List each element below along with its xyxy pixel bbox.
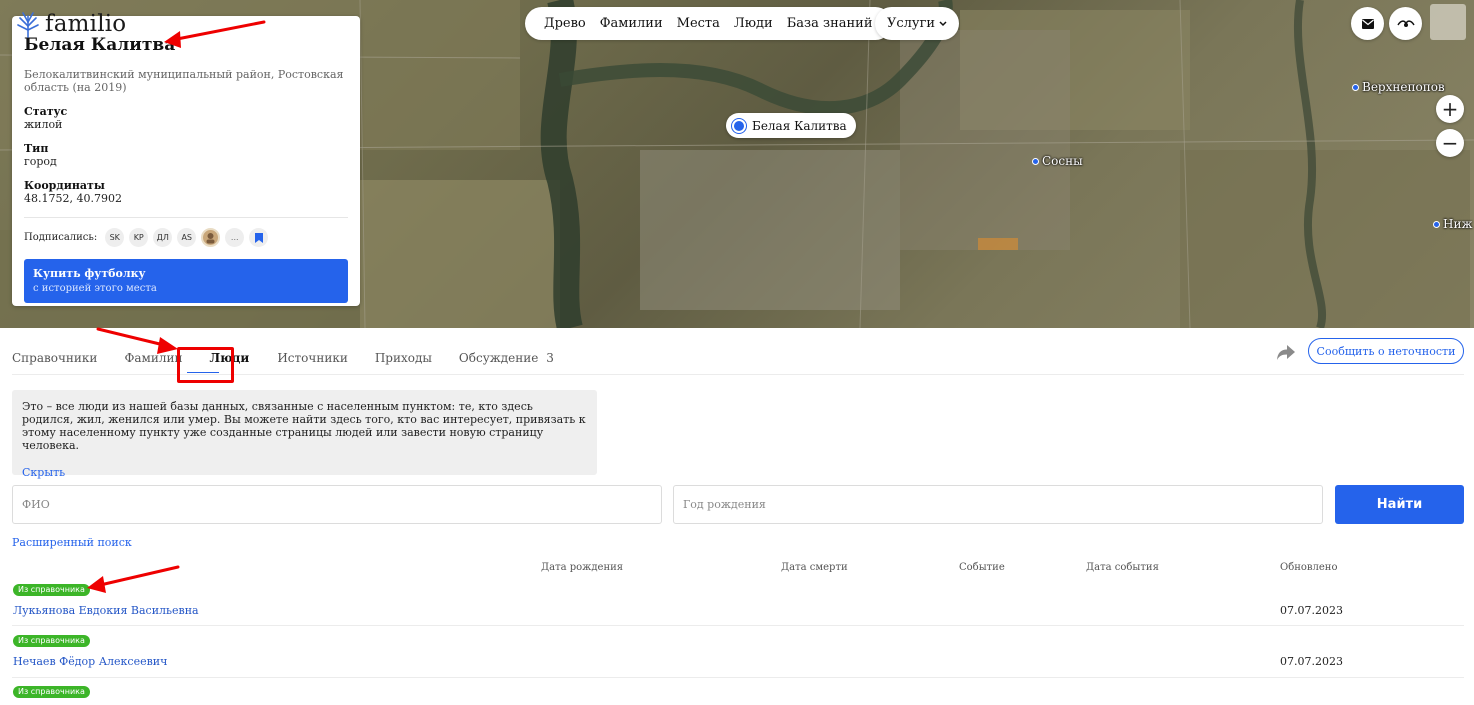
buy-tshirt-title: Купить футболку bbox=[33, 267, 146, 280]
info-box-text: Это – все люди из нашей базы данных, свя… bbox=[22, 400, 586, 452]
section-tabs: Справочники Фамилии Люди Источники Прихо… bbox=[12, 342, 554, 374]
place-region: Белокалитвинский муниципальный район, Ро… bbox=[24, 68, 344, 94]
place-dot-icon bbox=[1433, 220, 1440, 228]
discussion-count: 3 bbox=[546, 351, 554, 365]
search-button[interactable]: Найти bbox=[1335, 485, 1464, 524]
place-title: Белая Калитва bbox=[24, 35, 176, 55]
annotation-arrow-icon bbox=[87, 565, 180, 593]
mail-icon bbox=[1361, 18, 1374, 29]
subscribers-row: Подписались: SK KP ДЛ AS ... bbox=[24, 228, 348, 247]
place-dot-icon bbox=[1352, 83, 1359, 91]
avatar-icon bbox=[206, 233, 215, 244]
top-navigation: Древо Фамилии Места Люди База знаний bbox=[525, 7, 892, 40]
map-layer-thumbnail[interactable] bbox=[1430, 4, 1466, 40]
status-value: жилой bbox=[24, 118, 63, 131]
logo-text: familio bbox=[45, 11, 127, 37]
key-icon bbox=[1396, 19, 1415, 27]
status-label: Статус bbox=[24, 105, 68, 118]
column-header-death-date[interactable]: Дата смерти bbox=[781, 562, 848, 573]
card-divider bbox=[24, 217, 348, 218]
map-place-label[interactable]: Верхнепопов bbox=[1352, 80, 1445, 94]
messages-button[interactable] bbox=[1351, 7, 1384, 40]
services-label: Услуги bbox=[887, 16, 936, 31]
nav-places[interactable]: Места bbox=[670, 16, 727, 31]
source-badge: Из справочника bbox=[13, 686, 90, 698]
place-info-card: Белая Калитва Белокалитвинский муниципал… bbox=[12, 16, 360, 306]
nav-people[interactable]: Люди bbox=[727, 16, 780, 31]
type-label: Тип bbox=[24, 142, 49, 155]
share-icon[interactable] bbox=[1276, 343, 1296, 361]
services-dropdown[interactable]: Услуги bbox=[875, 7, 960, 40]
source-badge: Из справочника bbox=[13, 584, 90, 596]
tab-discussion[interactable]: Обсуждение 3 bbox=[459, 342, 554, 374]
tab-discussion-label: Обсуждение bbox=[458, 351, 539, 365]
tab-parishes[interactable]: Приходы bbox=[375, 342, 432, 374]
map-place-label-text: Ниж bbox=[1443, 217, 1473, 231]
hide-info-link[interactable]: Скрыть bbox=[22, 466, 587, 479]
subscriber-chip[interactable]: ДЛ bbox=[153, 228, 173, 247]
tree-logo-icon bbox=[17, 12, 39, 38]
person-name-link[interactable]: Лукьянова Евдокия Васильевна bbox=[13, 604, 199, 617]
tab-surnames[interactable]: Фамилии bbox=[124, 342, 182, 374]
tab-sources[interactable]: Источники bbox=[277, 342, 347, 374]
name-search-input[interactable]: ФИО bbox=[12, 485, 662, 524]
column-header-updated[interactable]: Обновлено bbox=[1280, 562, 1338, 573]
bookmark-icon bbox=[254, 232, 263, 243]
current-place-marker[interactable]: Белая Калитва bbox=[726, 113, 856, 138]
coords-label: Координаты bbox=[24, 179, 105, 192]
map-place-label[interactable]: Сосны bbox=[1032, 154, 1083, 168]
column-header-birth-date[interactable]: Дата рождения bbox=[541, 562, 623, 573]
source-badge: Из справочника bbox=[13, 635, 90, 647]
type-value: город bbox=[24, 155, 57, 168]
familio-logo[interactable]: familio bbox=[14, 10, 126, 38]
row-divider bbox=[12, 677, 1464, 678]
map-place-label[interactable]: Ниж bbox=[1433, 217, 1473, 231]
nav-surnames[interactable]: Фамилии bbox=[593, 16, 670, 31]
row-divider bbox=[12, 625, 1464, 626]
people-info-box: Это – все люди из нашей базы данных, свя… bbox=[12, 390, 597, 479]
report-inaccuracy-button[interactable]: Сообщить о неточности bbox=[1308, 338, 1464, 364]
zoom-out-button[interactable]: − bbox=[1436, 129, 1464, 157]
subscriber-chip[interactable]: AS bbox=[177, 228, 197, 247]
nav-tree[interactable]: Древо bbox=[537, 16, 593, 31]
annotation-highlight-box bbox=[177, 347, 234, 383]
updated-date: 07.07.2023 bbox=[1280, 655, 1343, 668]
column-header-event-date[interactable]: Дата события bbox=[1086, 562, 1159, 573]
more-subscribers[interactable]: ... bbox=[225, 228, 245, 247]
login-button[interactable] bbox=[1389, 7, 1422, 40]
subscribe-button[interactable] bbox=[249, 228, 269, 247]
birth-year-input[interactable]: Год рождения bbox=[673, 485, 1323, 524]
zoom-in-button[interactable]: + bbox=[1436, 95, 1464, 123]
buy-tshirt-subtitle: с историей этого места bbox=[33, 283, 157, 294]
tab-directories[interactable]: Справочники bbox=[12, 342, 97, 374]
advanced-search-link[interactable]: Расширенный поиск bbox=[12, 536, 132, 549]
coords-value: 48.1752, 40.7902 bbox=[24, 192, 122, 205]
column-header-event[interactable]: Событие bbox=[959, 562, 1005, 573]
map-place-label-text: Верхнепопов bbox=[1362, 80, 1445, 94]
place-dot-icon bbox=[1032, 157, 1039, 165]
subscriber-chip[interactable]: SK bbox=[105, 228, 125, 247]
subscribers-label: Подписались: bbox=[24, 232, 98, 243]
subscriber-avatar[interactable] bbox=[201, 228, 221, 247]
marker-dot-icon bbox=[732, 118, 746, 133]
buy-tshirt-button[interactable]: Купить футболку с историей этого места bbox=[24, 259, 348, 303]
updated-date: 07.07.2023 bbox=[1280, 604, 1343, 617]
nav-knowledge-base[interactable]: База знаний bbox=[780, 16, 880, 31]
current-place-marker-label: Белая Калитва bbox=[752, 118, 847, 133]
map-place-label-text: Сосны bbox=[1042, 154, 1083, 168]
person-name-link[interactable]: Нечаев Фёдор Алексеевич bbox=[13, 655, 167, 668]
subscriber-chip[interactable]: KP bbox=[129, 228, 149, 247]
chevron-down-icon bbox=[939, 20, 947, 26]
